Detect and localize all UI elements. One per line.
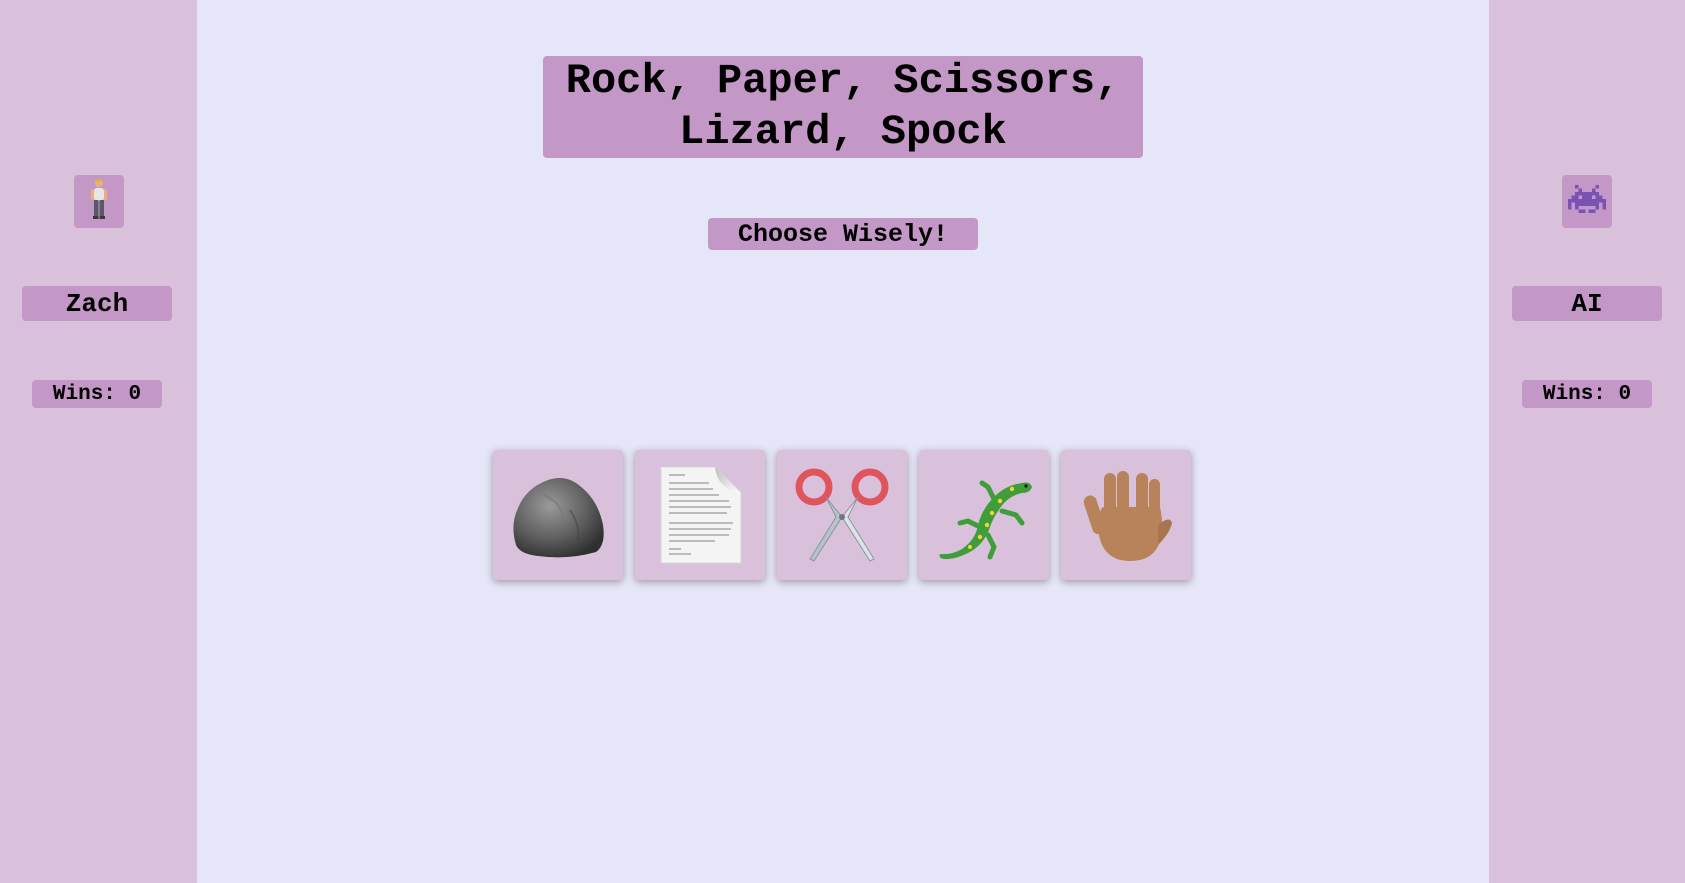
player-wins: Wins: 0 <box>32 380 162 408</box>
choice-scissors-button[interactable] <box>777 450 907 580</box>
rock-icon <box>508 470 608 560</box>
choice-paper-button[interactable] <box>635 450 765 580</box>
choice-row <box>493 450 1191 580</box>
choice-lizard-button[interactable] <box>919 450 1049 580</box>
person-standing-icon <box>88 178 110 225</box>
choice-rock-button[interactable] <box>493 450 623 580</box>
space-invader-icon <box>1568 183 1606 220</box>
ai-wins: Wins: 0 <box>1522 380 1652 408</box>
game-title: Rock, Paper, Scissors, Lizard, Spock <box>543 56 1143 158</box>
player-name: Zach <box>22 286 172 321</box>
scissors-icon <box>792 465 892 565</box>
choose-prompt: Choose Wisely! <box>708 218 978 250</box>
ai-name: AI <box>1512 286 1662 321</box>
vulcan-salute-icon <box>1078 465 1174 565</box>
lizard-icon <box>932 465 1036 565</box>
game-screen: Zach Wins: 0 AI Wins: 0 Rock, Paper, Sci… <box>0 0 1685 883</box>
ai-avatar <box>1562 175 1612 228</box>
player-panel-left: Zach Wins: 0 <box>0 0 197 883</box>
choice-spock-button[interactable] <box>1061 450 1191 580</box>
paper-icon <box>657 465 743 565</box>
player-avatar <box>73 175 124 228</box>
player-panel-right: AI Wins: 0 <box>1489 0 1685 883</box>
